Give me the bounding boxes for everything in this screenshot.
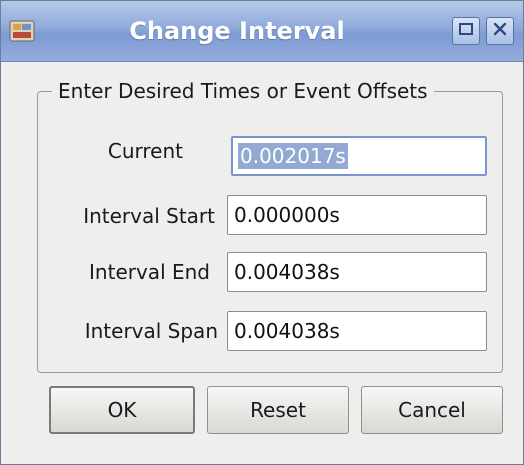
current-label: Current (107, 139, 183, 163)
cancel-button[interactable]: Cancel (361, 386, 503, 434)
maximize-button[interactable] (452, 17, 480, 45)
interval-start-input[interactable]: 0.000000s (227, 195, 487, 235)
maximize-icon (458, 21, 474, 41)
title-bar[interactable]: Change Interval (1, 1, 523, 62)
current-value: 0.002017s (238, 143, 348, 169)
reset-button[interactable]: Reset (207, 386, 349, 434)
change-interval-dialog: Change Interval Enter Desired Times or E… (0, 0, 524, 465)
ok-button[interactable]: OK (49, 386, 195, 434)
interval-span-input[interactable]: 0.004038s (227, 311, 487, 351)
interval-end-input[interactable]: 0.004038s (227, 252, 487, 292)
interval-span-label: Interval Span (84, 319, 218, 343)
groupbox-legend: Enter Desired Times or Event Offsets (52, 76, 434, 106)
interval-start-label: Interval Start (83, 204, 215, 228)
close-icon (492, 21, 508, 41)
current-input[interactable]: 0.002017s (231, 136, 487, 176)
close-button[interactable] (486, 17, 514, 45)
app-icon[interactable] (9, 19, 35, 43)
window-title: Change Interval (129, 17, 345, 45)
times-groupbox: Enter Desired Times or Event Offsets Cur… (37, 76, 503, 373)
interval-end-label: Interval End (89, 260, 210, 284)
